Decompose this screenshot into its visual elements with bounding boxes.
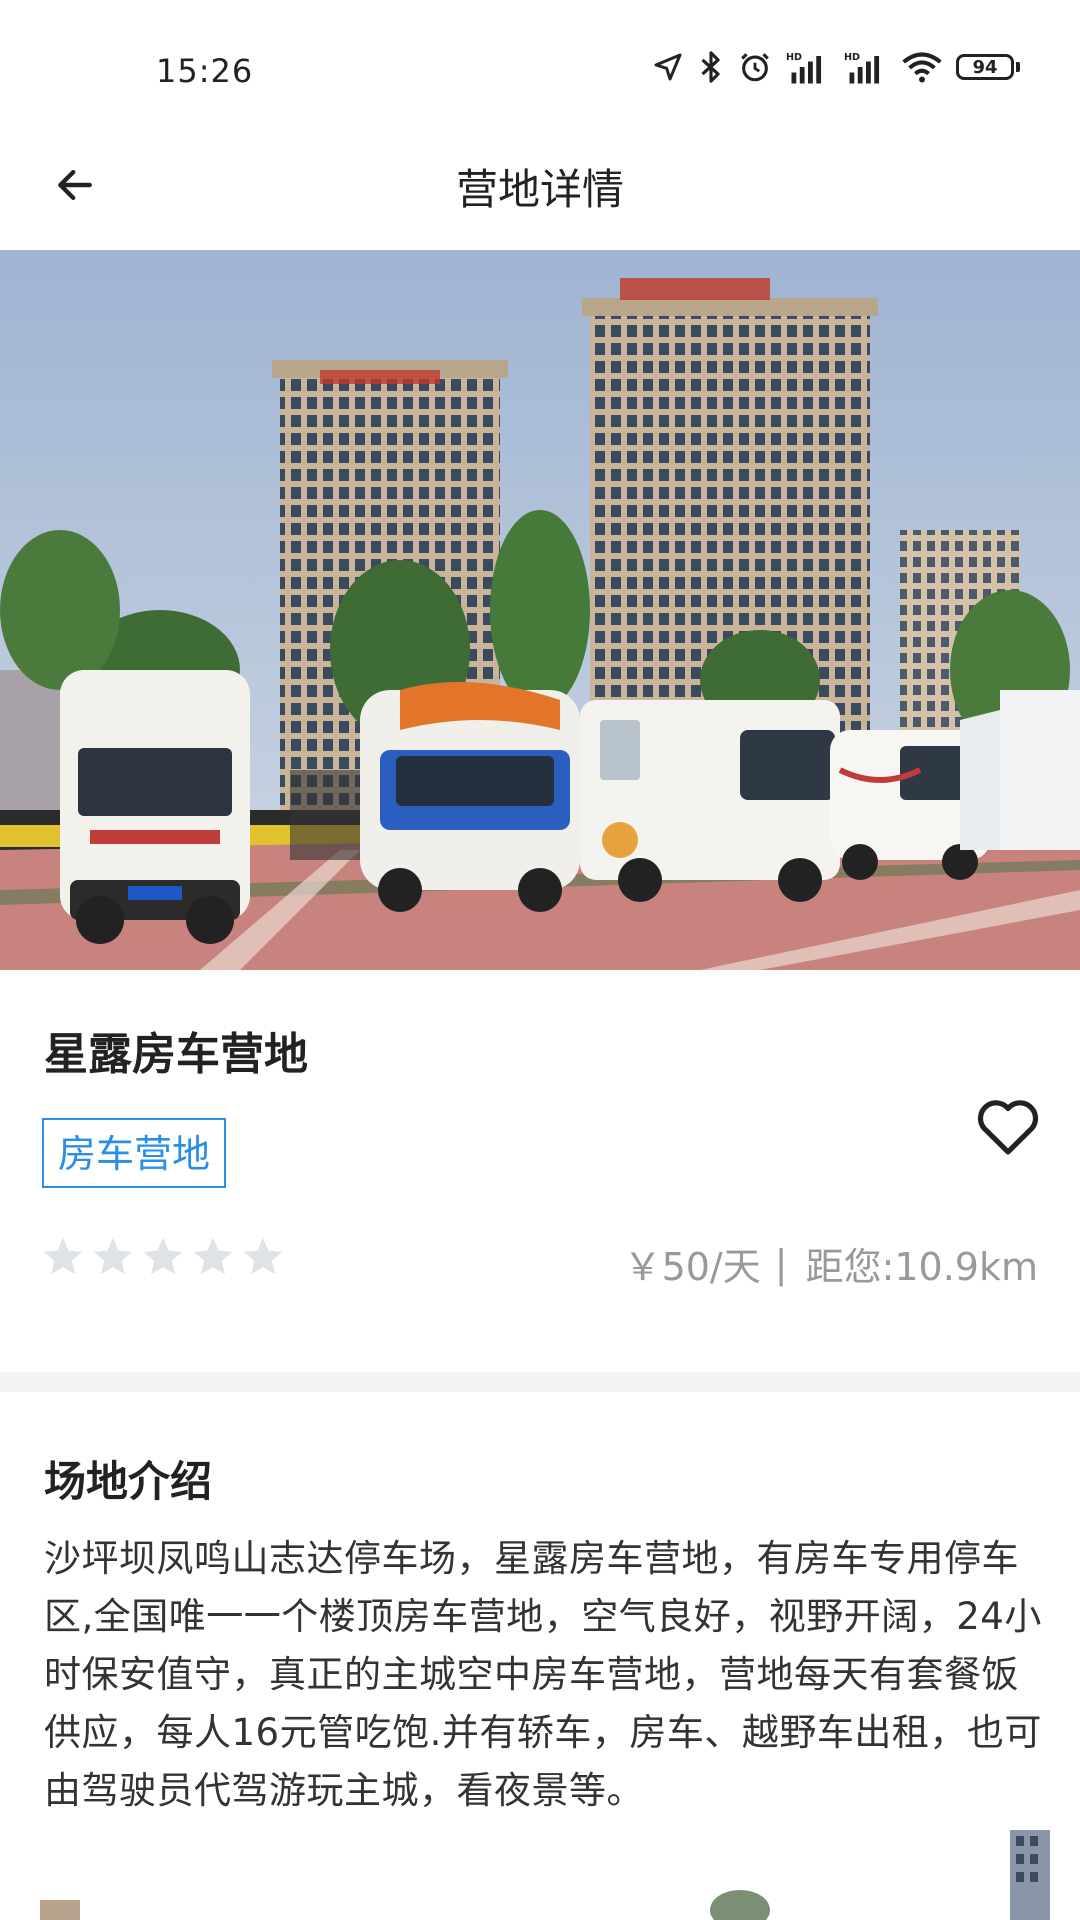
price-distance: ￥50/天 | 距您:10.9km: [624, 1236, 1038, 1291]
intro-section-body: 沙坪坝凤鸣山志达停车场，星露房车营地，有房车专用停车区,全国唯一一个楼顶房车营地…: [44, 1537, 1042, 1812]
battery-level: 94: [956, 54, 1014, 80]
star-icon: [143, 1237, 183, 1275]
distance-label: 距您:10.9km: [805, 1245, 1038, 1289]
favorite-button[interactable]: [966, 1084, 1050, 1168]
price-label: ￥50/天: [623, 1245, 761, 1289]
svg-text:HD: HD: [844, 52, 860, 63]
signal-hd-icon: HD: [844, 52, 880, 84]
svg-text:HD: HD: [786, 52, 802, 63]
status-icons: HD HD 94: [652, 50, 1020, 84]
camp-detail-page: 15:26 HD HD 94 营地详情 星露房车营地 房车营地 ￥50/天 | …: [0, 0, 1080, 1920]
rating-stars: [40, 1234, 286, 1280]
app-header: 营地详情: [0, 120, 1080, 248]
bluetooth-icon: [701, 51, 720, 83]
star-icon: [243, 1237, 283, 1275]
page-title: 营地详情: [455, 165, 624, 214]
camp-type-tag: 房车营地: [42, 1118, 227, 1188]
camp-name: 星露房车营地: [44, 1029, 308, 1080]
section-divider: [0, 1372, 1080, 1392]
star-icon: [93, 1237, 133, 1275]
heart-outline-icon: [977, 1100, 1039, 1155]
battery-icon: 94: [956, 54, 1020, 80]
camp-hero-photo[interactable]: [0, 250, 1080, 970]
status-time: 15:26: [156, 52, 254, 90]
star-icon: [193, 1237, 233, 1275]
status-bar: 15:26 HD HD 94: [0, 0, 1080, 120]
intro-photo-peek: [0, 1830, 1080, 1920]
location-icon: [654, 53, 682, 81]
intro-section-title: 场地介绍: [44, 1457, 213, 1506]
star-icon: [43, 1237, 83, 1275]
signal-hd-icon: HD: [786, 52, 822, 84]
meta-separator: |: [774, 1241, 788, 1286]
alarm-icon: [741, 53, 769, 82]
wifi-icon: [902, 52, 942, 83]
